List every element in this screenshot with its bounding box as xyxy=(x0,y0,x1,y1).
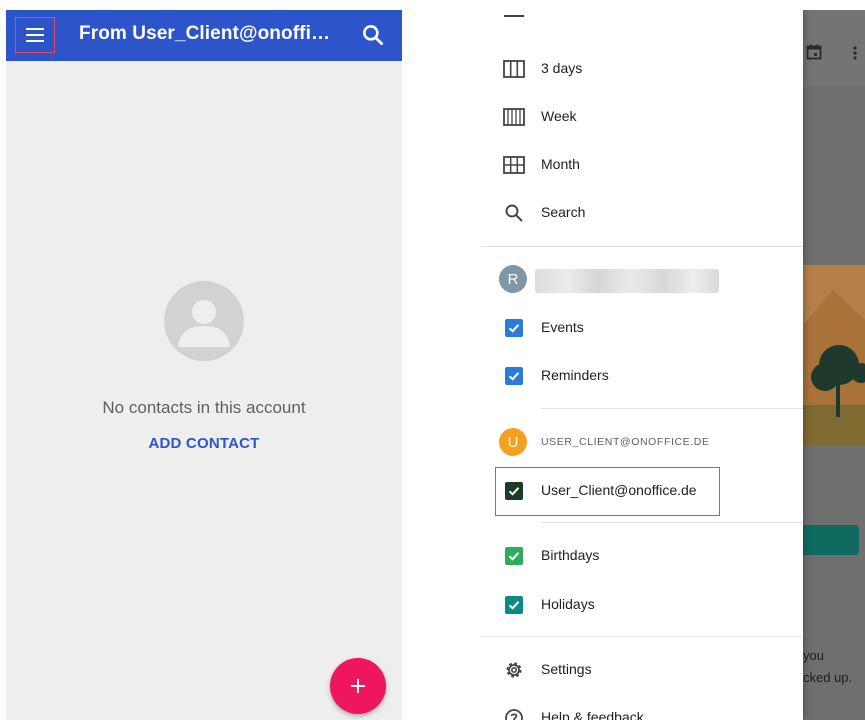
calendar-label: Birthdays xyxy=(541,547,600,563)
checkbox-checked-icon[interactable] xyxy=(505,596,523,614)
calendar-item-events[interactable]: Events xyxy=(481,305,803,351)
background-text-line-2: cked up. xyxy=(803,670,853,685)
add-fab-button[interactable] xyxy=(330,658,386,714)
drawer-item-settings[interactable]: Settings xyxy=(481,647,803,693)
calendar-screen: you cked up. 3 days Week Month Search R … xyxy=(481,10,865,720)
divider xyxy=(541,522,803,523)
drawer-item-label: 3 days xyxy=(541,60,583,76)
drawer-item-3-days[interactable]: 3 days xyxy=(481,46,803,92)
background-text-line-1: you xyxy=(803,648,824,663)
checkbox-checked-icon[interactable] xyxy=(505,367,523,385)
navigation-drawer: 3 days Week Month Search R Events Remind… xyxy=(481,10,803,720)
drawer-item-week[interactable]: Week xyxy=(481,94,803,140)
search-icon xyxy=(503,203,525,223)
month-view-icon xyxy=(503,155,525,175)
calendar-today-icon xyxy=(806,44,822,60)
screenshot-canvas: From User_Client@onoffic... No contacts … xyxy=(0,0,865,720)
divider xyxy=(541,408,803,409)
calendar-label: Holidays xyxy=(541,596,595,612)
contacts-app-bar: From User_Client@onoffic... xyxy=(6,10,402,61)
contacts-screen: From User_Client@onoffic... No contacts … xyxy=(6,10,402,720)
plus-icon xyxy=(351,679,365,693)
account-avatar: R xyxy=(499,265,527,293)
three-day-view-icon xyxy=(503,59,525,79)
calendar-label: Events xyxy=(541,319,584,335)
calendar-item-holidays[interactable]: Holidays xyxy=(481,582,803,628)
background-illustration xyxy=(803,265,865,445)
calendar-item-reminders[interactable]: Reminders xyxy=(481,353,803,399)
view-icon xyxy=(503,10,525,21)
hamburger-menu-icon xyxy=(26,28,44,42)
drawer-item-label: Week xyxy=(541,108,577,124)
drawer-item-month[interactable]: Month xyxy=(481,142,803,188)
drawer-item-help-feedback[interactable]: Help & feedback xyxy=(481,695,803,720)
highlight-box xyxy=(495,467,720,516)
help-icon xyxy=(503,708,525,720)
drawer-item-label: Month xyxy=(541,156,580,172)
calendar-label: Reminders xyxy=(541,367,609,383)
menu-button[interactable] xyxy=(15,17,55,53)
person-avatar-icon xyxy=(164,281,244,361)
drawer-item-label: Help & feedback xyxy=(541,709,644,720)
checkbox-checked-icon[interactable] xyxy=(505,547,523,565)
drawer-item-search[interactable]: Search xyxy=(481,190,803,236)
more-vert-icon xyxy=(853,46,857,60)
background-action-button xyxy=(803,525,859,555)
calendar-item-birthdays[interactable]: Birthdays xyxy=(481,533,803,579)
week-view-icon xyxy=(503,107,525,127)
gear-icon xyxy=(503,660,525,680)
checkbox-checked-icon[interactable] xyxy=(505,319,523,337)
account-avatar: U xyxy=(499,428,527,456)
drawer-item-partial[interactable] xyxy=(481,10,803,34)
search-icon[interactable] xyxy=(360,22,386,48)
divider xyxy=(481,636,803,637)
account-header: USER_CLIENT@ONOFFICE.DE xyxy=(541,436,710,448)
add-contact-button[interactable]: ADD CONTACT xyxy=(6,435,402,452)
blurred-account-name xyxy=(535,269,719,293)
app-bar-title: From User_Client@onoffic... xyxy=(79,23,335,44)
drawer-item-label: Settings xyxy=(541,661,592,677)
empty-state-message: No contacts in this account xyxy=(102,398,306,417)
divider xyxy=(481,246,803,247)
drawer-item-label: Search xyxy=(541,204,586,220)
